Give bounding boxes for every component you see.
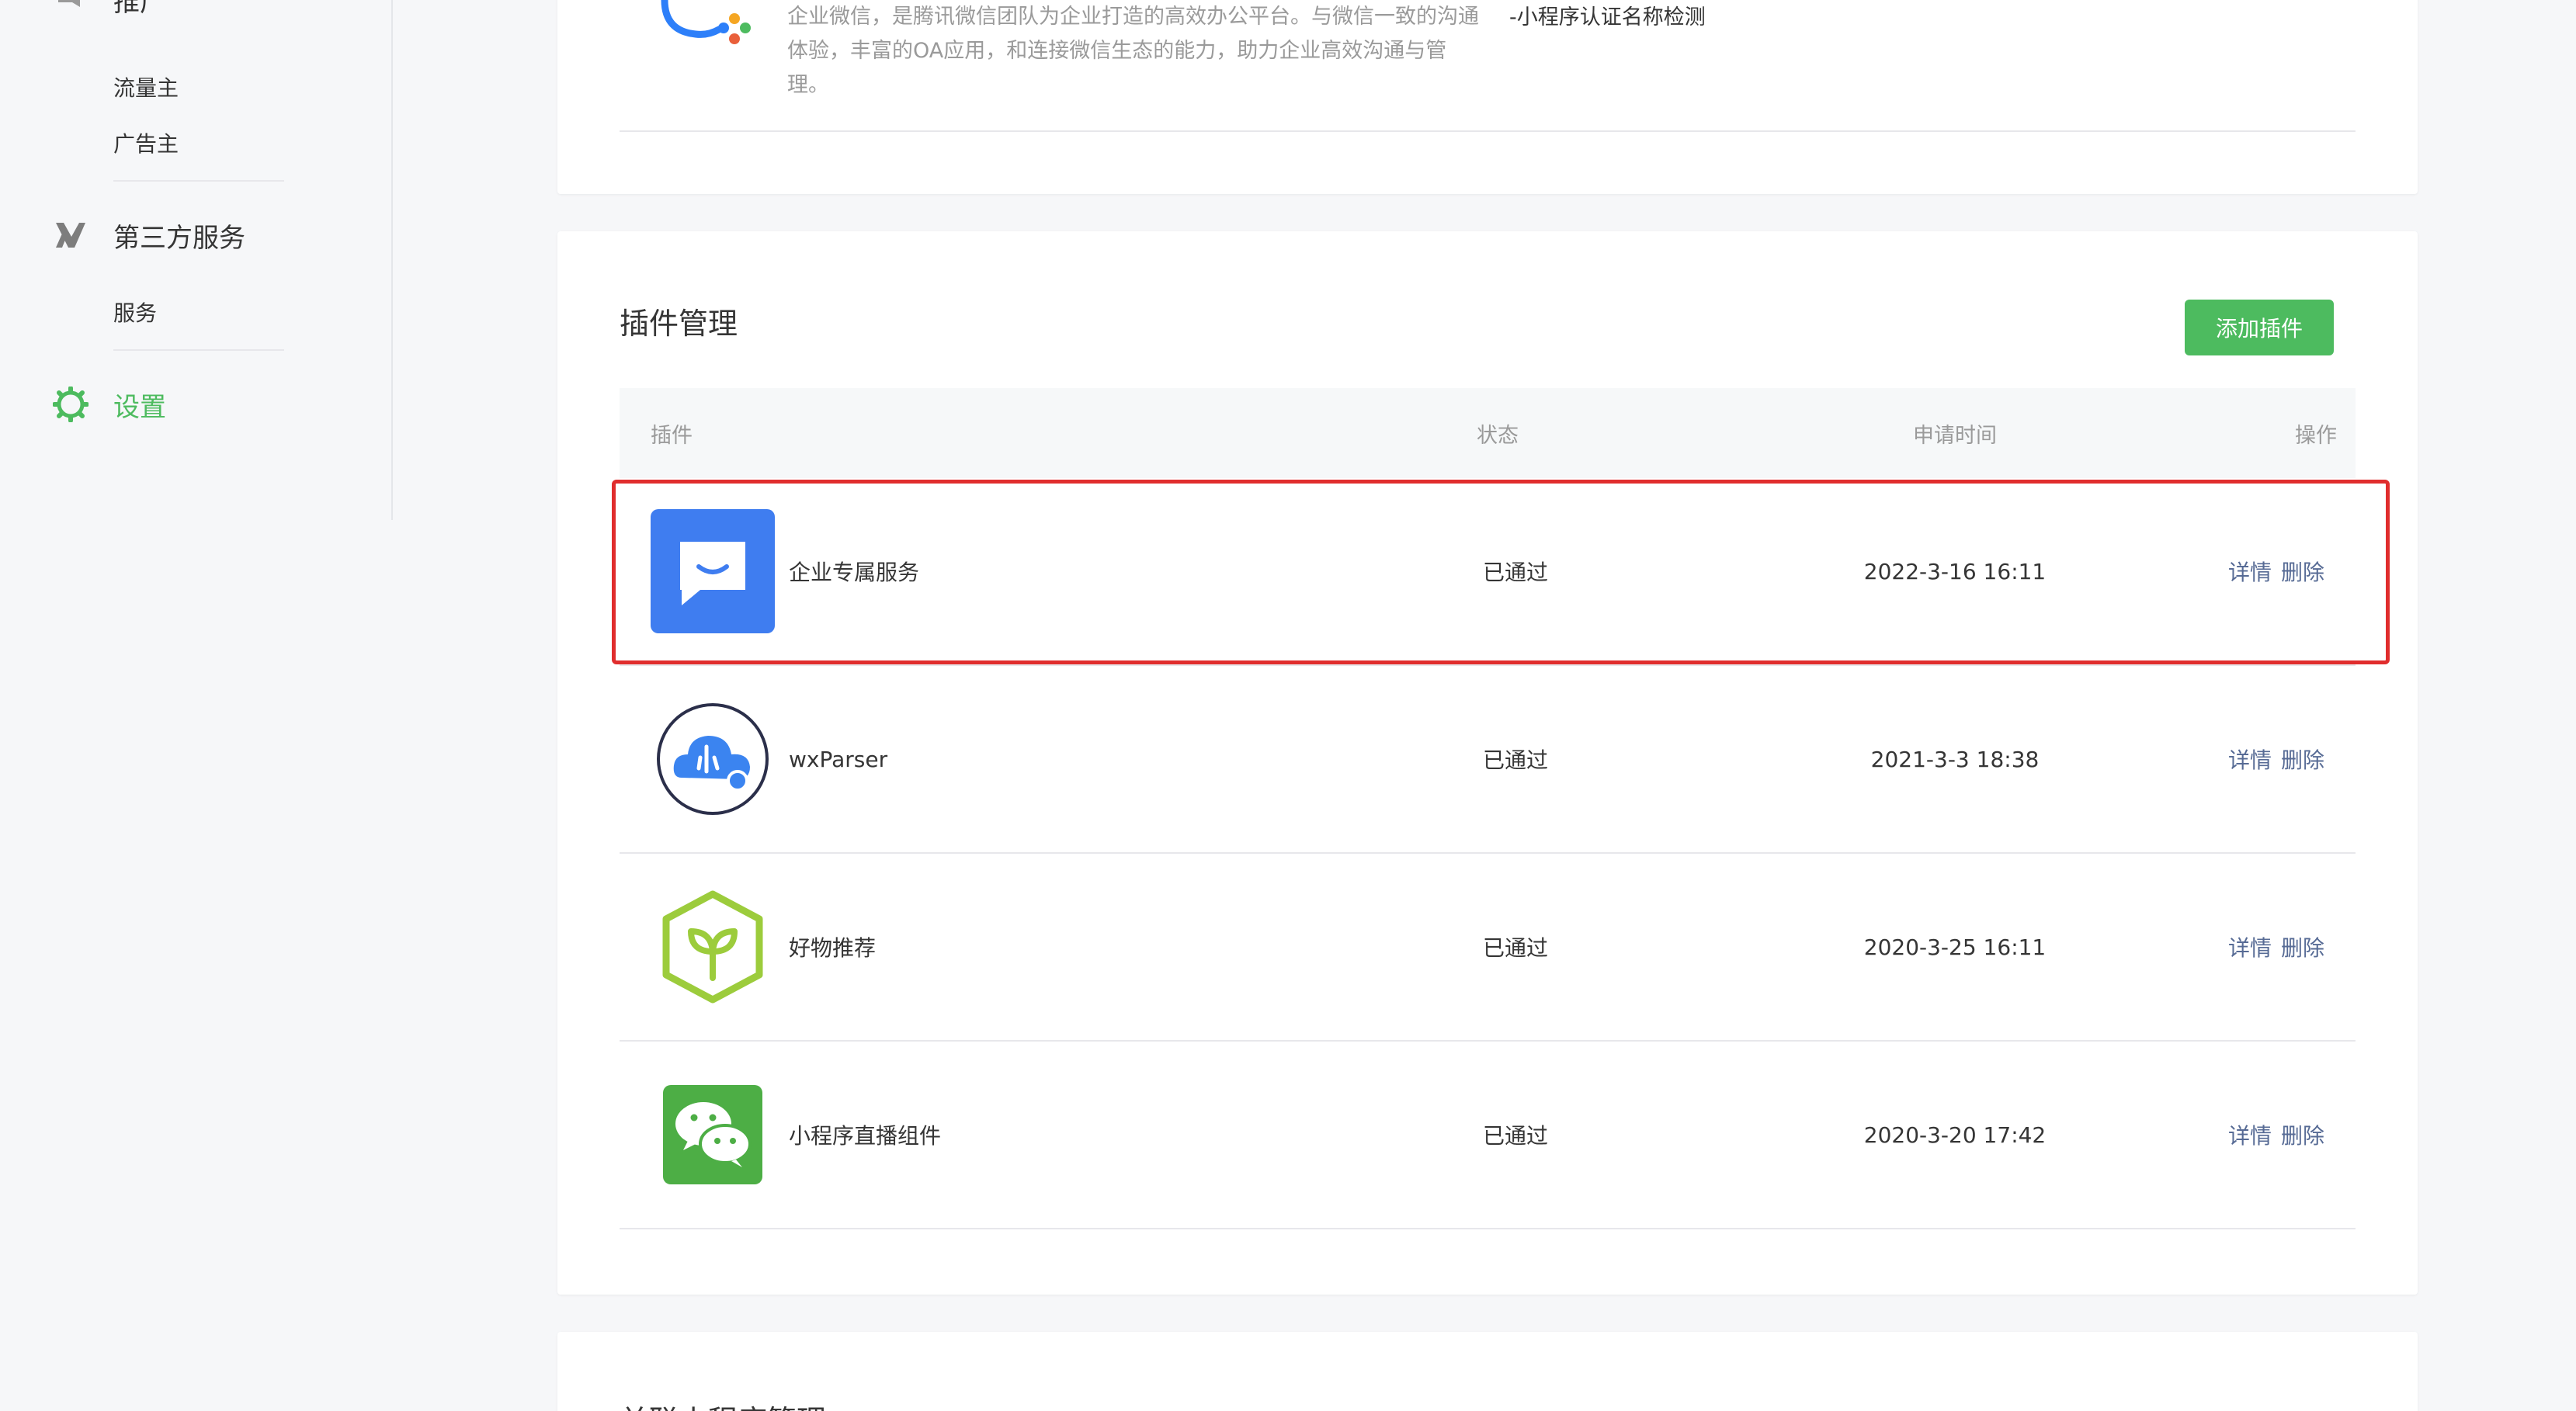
wecom-note: -小程序认证名称检测 <box>1509 5 1706 29</box>
wecom-logo-icon <box>660 0 761 59</box>
plugin-status: 已通过 <box>1483 935 1549 961</box>
plugin-ops: 详情 删除 <box>2228 556 2324 587</box>
cloud-icon <box>651 697 775 821</box>
gear-icon <box>51 385 90 424</box>
detail-link[interactable]: 详情 <box>2228 931 2272 962</box>
delete-link[interactable]: 删除 <box>2281 556 2324 587</box>
plugin-cell: 好物推荐 <box>651 885 876 1009</box>
table-row: 小程序直播组件 已通过 2020-3-20 17:42 详情 删除 <box>620 1042 2356 1229</box>
plugin-ops: 详情 删除 <box>2228 744 2324 775</box>
table-row: 企业专属服务 已通过 2022-3-16 16:11 详情 删除 <box>620 478 2356 666</box>
delete-link[interactable]: 删除 <box>2281 744 2324 775</box>
plugin-cell: 企业专属服务 <box>651 509 919 633</box>
megaphone-icon <box>51 0 90 19</box>
table-header: 插件 状态 申请时间 操作 <box>620 388 2356 478</box>
plugin-table: 插件 状态 申请时间 操作 企业专属服务 已通过 2022-3-16 16:11 <box>620 388 2356 1229</box>
detail-link[interactable]: 详情 <box>2228 1119 2272 1150</box>
plugin-time: 2020-3-20 17:42 <box>1863 1122 2047 1148</box>
plugin-name: wxParser <box>789 746 888 772</box>
column-header-plugin: 插件 <box>651 423 693 448</box>
plugin-time: 2021-3-3 18:38 <box>1870 746 2040 772</box>
add-plugin-button[interactable]: 添加插件 <box>2185 300 2334 355</box>
plugin-time: 2022-3-16 16:11 <box>1863 558 2047 584</box>
nav-divider <box>113 180 284 182</box>
plugin-name: 企业专属服务 <box>789 560 920 585</box>
plugin-name: 好物推荐 <box>789 935 877 961</box>
third-party-icon <box>51 216 90 255</box>
nav-group-settings-label: 设置 <box>113 391 166 423</box>
plugin-time: 2020-3-25 16:11 <box>1863 934 2047 960</box>
section-title: 插件管理 <box>620 307 738 341</box>
plugin-ops: 详情 删除 <box>2228 931 2324 962</box>
plugin-status: 已通过 <box>1483 747 1549 773</box>
detail-link[interactable]: 详情 <box>2228 744 2272 775</box>
column-header-status: 状态 <box>1477 423 1519 448</box>
nav-group-promo-label: 推广 <box>113 0 166 18</box>
nav-group-promo[interactable]: 推广 <box>51 0 166 19</box>
wecom-card: 企业微信，是腾讯微信团队为企业打造的高效办公平台。与微信一致的沟通体验，丰富的O… <box>557 0 2418 194</box>
nav-group-settings[interactable]: 设置 <box>51 385 166 424</box>
sidebar-item-traffic-owner[interactable]: 流量主 <box>113 71 179 102</box>
plugin-name: 小程序直播组件 <box>789 1123 942 1149</box>
plugin-status: 已通过 <box>1483 560 1549 585</box>
table-row: wxParser 已通过 2021-3-3 18:38 详情 删除 <box>620 666 2356 854</box>
delete-link[interactable]: 删除 <box>2281 931 2324 962</box>
sidebar-item-service[interactable]: 服务 <box>113 296 157 328</box>
column-header-time: 申请时间 <box>1913 423 1997 448</box>
column-header-ops: 操作 <box>2295 423 2337 448</box>
linked-miniprogram-card: 关联小程序管理 <box>557 1332 2418 1411</box>
nav-group-third-party-label: 第三方服务 <box>113 222 245 254</box>
wecom-description: 企业微信，是腾讯微信团队为企业打造的高效办公平台。与微信一致的沟通体验，丰富的O… <box>787 5 1479 97</box>
chat-bubble-icon <box>651 509 775 633</box>
plugin-ops: 详情 删除 <box>2228 1119 2324 1150</box>
section-title: 关联小程序管理 <box>620 1397 826 1411</box>
wechat-icon <box>651 1073 775 1197</box>
nav-group-third-party[interactable]: 第三方服务 <box>51 216 245 255</box>
delete-link[interactable]: 删除 <box>2281 1119 2324 1150</box>
detail-link[interactable]: 详情 <box>2228 556 2272 587</box>
nav-divider <box>113 349 284 351</box>
sidebar: 推广 流量主 广告主 第三方服务 服务 设置 <box>0 0 393 520</box>
plugin-cell: 小程序直播组件 <box>651 1073 941 1197</box>
plugin-status: 已通过 <box>1483 1123 1549 1149</box>
sidebar-item-advertiser[interactable]: 广告主 <box>113 127 179 158</box>
sprout-hexagon-icon <box>651 885 775 1009</box>
divider <box>620 130 2356 132</box>
table-row: 好物推荐 已通过 2020-3-25 16:11 详情 删除 <box>620 854 2356 1042</box>
plugin-cell: wxParser <box>651 697 887 821</box>
plugin-management-card: 插件管理 添加插件 插件 状态 申请时间 操作 企业专属服务 已通过 2022-… <box>557 231 2418 1295</box>
